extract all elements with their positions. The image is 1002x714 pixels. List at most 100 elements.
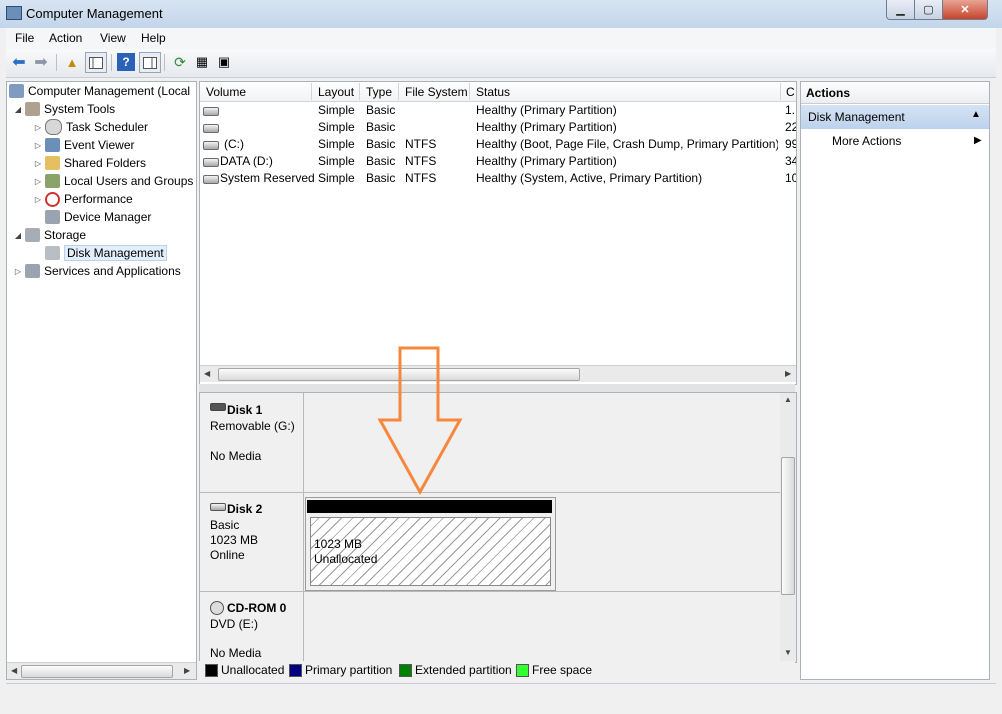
- column-status[interactable]: Status: [476, 85, 510, 99]
- menu-file[interactable]: File: [15, 31, 34, 45]
- up-folder-icon[interactable]: ▲: [63, 53, 81, 71]
- legend: Unallocated Primary partition Extended p…: [199, 661, 795, 679]
- scroll-left-icon[interactable]: ◀: [11, 666, 17, 675]
- expand-triangle-icon[interactable]: ▷: [13, 267, 23, 276]
- clock-icon: [45, 119, 62, 135]
- expand-triangle-icon[interactable]: ▷: [33, 195, 43, 204]
- cdrom-label[interactable]: CD-ROM 0 DVD (E:) No Media: [200, 592, 304, 662]
- tree-system-tools[interactable]: ◢ System Tools: [13, 100, 115, 118]
- expand-triangle-icon[interactable]: ▷: [33, 141, 43, 150]
- scroll-left-icon[interactable]: ◀: [204, 369, 210, 378]
- computer-management-window: Computer Management ▁ ▢ ✕ File Action Vi…: [0, 0, 1002, 714]
- column-capacity[interactable]: C: [786, 85, 795, 99]
- pane-splitter[interactable]: [199, 384, 795, 392]
- unallocated-partition[interactable]: 1023 MB Unallocated: [305, 497, 556, 591]
- tree-device-manager[interactable]: Device Manager: [45, 208, 151, 226]
- drive-icon: [203, 158, 219, 167]
- disk-icon: [210, 503, 226, 511]
- tree-disk-management[interactable]: Disk Management: [45, 244, 167, 262]
- scrollbar-thumb[interactable]: [781, 457, 795, 595]
- disk-graphical-view: Disk 1 Removable (G:) No Media Disk 2 Ba…: [199, 392, 797, 663]
- tree-local-users-groups[interactable]: ▷ Local Users and Groups: [33, 172, 193, 190]
- expand-triangle-icon[interactable]: ▷: [33, 123, 43, 132]
- disk-properties-icon[interactable]: ▣: [215, 53, 233, 71]
- back-arrow-icon[interactable]: ⬅: [10, 53, 28, 71]
- volume-list-horizontal-scrollbar[interactable]: ◀ ▶: [200, 365, 796, 382]
- services-icon: [25, 264, 40, 278]
- scrollbar-thumb[interactable]: [218, 368, 580, 381]
- actions-pane: Actions Disk Management ▲ More Actions ▶: [800, 81, 990, 680]
- tree-computer-management[interactable]: Computer Management (Local: [9, 82, 190, 100]
- legend-unallocated-label: Unallocated: [221, 663, 285, 677]
- scroll-right-icon[interactable]: ▶: [184, 666, 190, 675]
- legend-free-space-label: Free space: [532, 663, 593, 677]
- legend-primary-label: Primary partition: [305, 663, 393, 677]
- drive-icon: [203, 107, 219, 116]
- tree-task-scheduler[interactable]: ▷ Task Scheduler: [33, 118, 148, 136]
- column-layout[interactable]: Layout: [318, 85, 354, 99]
- device-manager-icon: [45, 210, 60, 224]
- collapse-up-icon[interactable]: ▲: [971, 109, 981, 120]
- collapse-triangle-icon[interactable]: ◢: [13, 105, 23, 114]
- scroll-right-icon[interactable]: ▶: [785, 369, 791, 378]
- more-actions-item[interactable]: More Actions: [832, 134, 901, 148]
- status-bar: [6, 683, 996, 708]
- menu-action[interactable]: Action: [49, 31, 82, 45]
- properties-icon[interactable]: ▦: [193, 53, 211, 71]
- disk1-label[interactable]: Disk 1 Removable (G:) No Media: [200, 393, 304, 492]
- console-tree: Computer Management (Local ◢ System Tool…: [6, 81, 197, 680]
- expand-triangle-icon[interactable]: ▷: [33, 177, 43, 186]
- menu-bar: File Action View Help: [6, 28, 996, 49]
- disk2-label[interactable]: Disk 2 Basic 1023 MB Online: [200, 493, 304, 591]
- tree-horizontal-scrollbar[interactable]: ◀ ▶: [7, 662, 196, 679]
- tools-icon: [25, 102, 40, 116]
- table-row[interactable]: (C:) Simple Basic NTFS Healthy (Boot, Pa…: [200, 136, 796, 153]
- show-hide-action-pane-icon[interactable]: [139, 52, 161, 73]
- window-title: Computer Management: [26, 6, 163, 21]
- menu-help[interactable]: Help: [141, 31, 166, 45]
- tree-storage[interactable]: ◢ Storage: [13, 226, 86, 244]
- tree-services-applications[interactable]: ▷ Services and Applications: [13, 262, 181, 280]
- legend-primary-swatch: [289, 664, 302, 677]
- maximize-button[interactable]: ▢: [914, 0, 943, 20]
- column-type[interactable]: Type: [366, 85, 392, 99]
- volume-list-header: Volume Layout Type File System Status C: [200, 82, 796, 102]
- close-button[interactable]: ✕: [942, 0, 988, 20]
- menu-view[interactable]: View: [100, 31, 126, 45]
- volume-list: Volume Layout Type File System Status C …: [199, 81, 797, 385]
- tree-performance[interactable]: ▷ Performance: [33, 190, 133, 208]
- show-hide-console-tree-icon[interactable]: [85, 52, 107, 73]
- table-row[interactable]: System Reserved Simple Basic NTFS Health…: [200, 170, 796, 187]
- refresh-icon[interactable]: ⟳: [171, 53, 189, 71]
- table-row[interactable]: Simple Basic Healthy (Primary Partition)…: [200, 102, 796, 119]
- tree-shared-folders[interactable]: ▷ Shared Folders: [33, 154, 146, 172]
- column-file-system[interactable]: File System: [405, 85, 468, 99]
- scrollbar-thumb[interactable]: [21, 665, 173, 678]
- minimize-button[interactable]: ▁: [886, 0, 915, 20]
- performance-icon: [45, 191, 60, 207]
- tree-event-viewer[interactable]: ▷ Event Viewer: [33, 136, 134, 154]
- cdrom-icon: [210, 601, 224, 615]
- disk-management-icon: [45, 246, 60, 260]
- legend-unallocated-swatch: [205, 664, 218, 677]
- collapse-triangle-icon[interactable]: ◢: [13, 231, 23, 240]
- toolbar: ⬅ ➡ ▲ ? ⟳ ▦ ▣: [6, 49, 996, 78]
- partition-hatch: 1023 MB Unallocated: [310, 517, 551, 586]
- shared-folder-icon: [45, 156, 60, 170]
- help-icon[interactable]: ?: [117, 53, 135, 71]
- title-bar[interactable]: Computer Management ▁ ▢ ✕: [0, 0, 1002, 28]
- legend-extended-label: Extended partition: [415, 663, 512, 677]
- legend-free-space-swatch: [516, 664, 529, 677]
- disk-view-vertical-scrollbar[interactable]: ▲ ▼: [780, 393, 796, 662]
- scroll-down-icon[interactable]: ▼: [784, 648, 792, 657]
- actions-section-disk-management[interactable]: Disk Management ▲: [801, 105, 989, 129]
- column-volume[interactable]: Volume: [206, 85, 246, 99]
- table-row[interactable]: DATA (D:) Simple Basic NTFS Healthy (Pri…: [200, 153, 796, 170]
- scroll-up-icon[interactable]: ▲: [784, 395, 792, 404]
- table-row[interactable]: Simple Basic Healthy (Primary Partition)…: [200, 119, 796, 136]
- unallocated-bar: [307, 500, 552, 513]
- forward-arrow-icon[interactable]: ➡: [32, 53, 50, 71]
- expand-triangle-icon[interactable]: ▷: [33, 159, 43, 168]
- drive-icon: [203, 124, 219, 133]
- removable-drive-icon: [210, 403, 226, 411]
